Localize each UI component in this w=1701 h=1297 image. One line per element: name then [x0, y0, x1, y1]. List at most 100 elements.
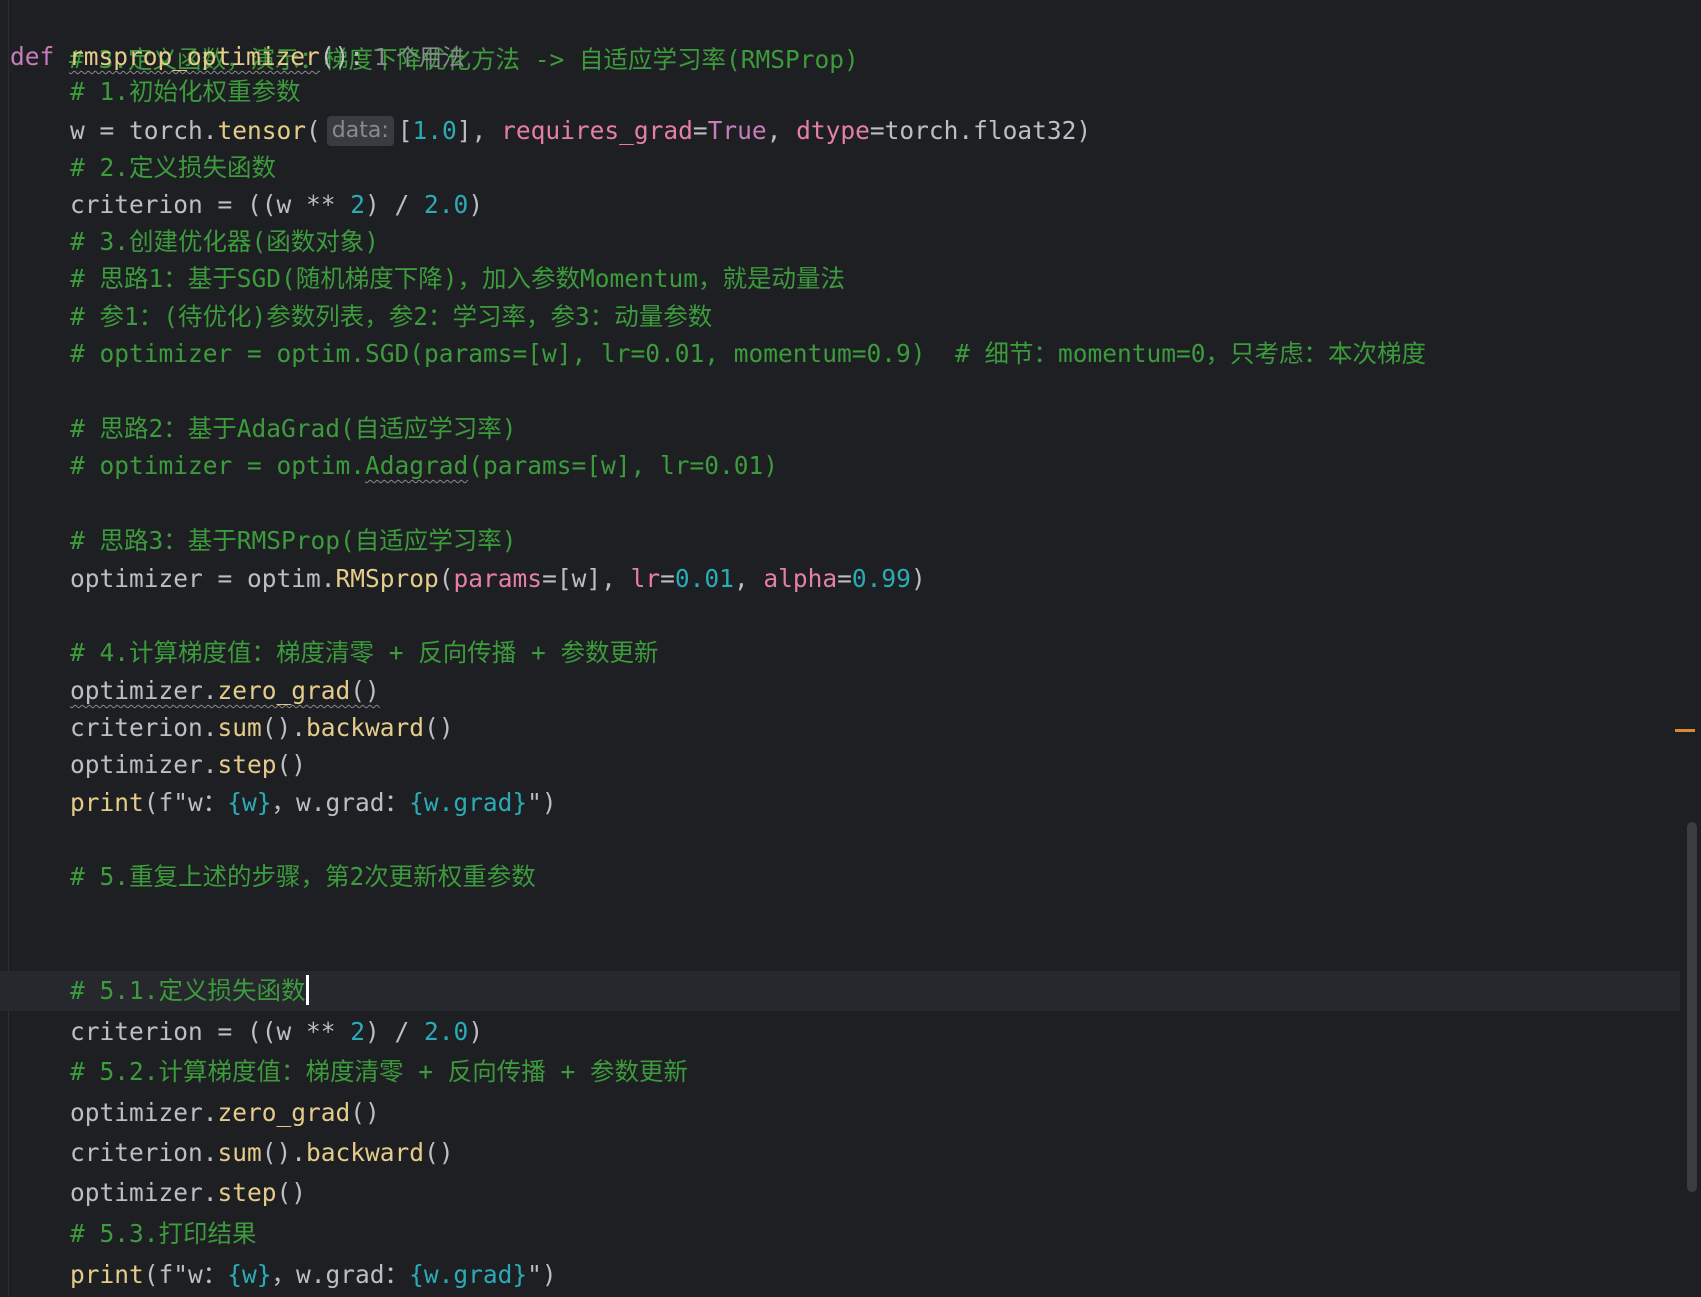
code-line[interactable]: # 5.3.打印结果 — [10, 1214, 1690, 1254]
comment: # 思路2：基于AdaGrad(自适应学习率) — [70, 414, 517, 443]
fstring-expression: {w} — [227, 788, 272, 817]
keyword-argument: params — [453, 564, 543, 593]
function-name[interactable]: rmsprop_optimizer — [69, 42, 320, 71]
method-call: sum — [217, 1138, 262, 1167]
parameter-name-hint: data: — [326, 116, 394, 146]
code-token: [ — [397, 116, 413, 145]
comment: # 5.重复上述的步骤，第2次更新权重参数 — [70, 862, 536, 891]
comment: (params=[w], lr=0.01) — [468, 451, 779, 480]
code-editor[interactable]: # 3.定义函数，演示：梯度下降优化方法 -> 自适应学习率(RMSProp) … — [0, 0, 1701, 1297]
code-token: ) — [468, 190, 484, 219]
code-line-current[interactable]: # 5.1.定义损失函数 — [10, 971, 1690, 1011]
code-token: ，w.grad： — [271, 1260, 410, 1289]
code-token: optimizer = optim. — [70, 564, 336, 593]
code-line[interactable]: # 3.定义函数，演示：梯度下降优化方法 -> 自适应学习率(RMSProp) — [10, 0, 1690, 74]
code-line[interactable]: criterion.sum().backward() — [10, 1133, 1690, 1173]
keyword-argument: alpha — [763, 564, 838, 593]
code-token: =[w], — [542, 564, 631, 593]
number-literal: 2.0 — [424, 1017, 469, 1046]
code-token: ( — [306, 116, 321, 145]
code-line[interactable]: # 5.2.计算梯度值：梯度清零 + 反向传播 + 参数更新 — [10, 1052, 1690, 1092]
code-token: optimizer. — [70, 750, 218, 779]
code-line[interactable]: # optimizer = optim.SGD(params=[w], lr=0… — [10, 334, 1690, 374]
code-line[interactable]: optimizer.step() — [10, 1173, 1690, 1213]
vertical-scrollbar[interactable] — [1683, 0, 1701, 1297]
code-line[interactable]: optimizer.zero_grad() — [10, 671, 1690, 711]
comment: # 4.计算梯度值：梯度清零 + 反向传播 + 参数更新 — [70, 638, 659, 667]
warning-expression[interactable]: optimizer.zero_grad() — [70, 676, 380, 705]
code-line[interactable]: # 思路3：基于RMSProp(自适应学习率) — [10, 521, 1690, 561]
usage-count-hint[interactable]: 1 个用法 — [374, 45, 465, 71]
code-line[interactable]: w = torch.tensor(data: [1.0], requires_gr… — [10, 111, 1690, 151]
fstring-expression: {w.grad} — [409, 788, 528, 817]
keyword-argument: lr — [630, 564, 661, 593]
code-token: = — [660, 564, 675, 593]
code-token: = — [692, 116, 708, 145]
code-line[interactable]: optimizer.step() — [10, 745, 1690, 785]
warning-marker[interactable] — [1675, 729, 1695, 732]
comment: # 5.1.定义损失函数 — [70, 976, 306, 1005]
number-literal: 0.01 — [674, 564, 734, 593]
code-token: criterion. — [70, 1138, 218, 1167]
keyword-argument: requires_grad — [501, 116, 693, 145]
keyword-true: True — [707, 116, 767, 145]
code-token: ) / — [365, 190, 425, 219]
function-call: RMSprop — [335, 564, 439, 593]
code-token: () — [276, 750, 307, 779]
method-call: zero_grad — [217, 1098, 351, 1127]
code-token: criterion = ((w ** — [70, 1017, 351, 1046]
code-token: criterion = ((w ** — [70, 190, 351, 219]
code-line[interactable]: # 1.初始化权重参数 — [10, 72, 1690, 112]
code-token: () — [424, 1138, 454, 1167]
method-call: backward — [306, 1138, 425, 1167]
code-line[interactable]: # 3.创建优化器(函数对象) — [10, 222, 1690, 262]
gutter-divider — [8, 0, 9, 1297]
code-token: (f"w： — [143, 788, 228, 817]
comment: # 2.定义损失函数 — [70, 153, 277, 182]
code-token: ") — [527, 1260, 557, 1289]
code-token: (). — [261, 713, 307, 742]
code-line[interactable]: # 思路2：基于AdaGrad(自适应学习率) — [10, 409, 1690, 449]
comment-typo[interactable]: Adagrad — [365, 451, 468, 480]
code-token: () — [350, 676, 380, 705]
code-line[interactable]: # 4.计算梯度值：梯度清零 + 反向传播 + 参数更新 — [10, 633, 1690, 673]
method-call: backward — [306, 713, 425, 742]
code-line[interactable]: criterion = ((w ** 2) / 2.0) — [10, 185, 1690, 225]
code-token: ( — [438, 564, 454, 593]
code-line[interactable]: criterion = ((w ** 2) / 2.0) — [10, 1012, 1690, 1052]
code-line[interactable]: # 2.定义损失函数 — [10, 148, 1690, 188]
code-line[interactable]: def rmsprop_optimizer(): 1 个用法 — [10, 37, 1690, 77]
code-line[interactable]: optimizer = optim.RMSprop(params=[w], lr… — [10, 559, 1690, 599]
fstring-expression: {w.grad} — [409, 1260, 528, 1289]
number-literal: 1.0 — [412, 116, 457, 145]
method-call: step — [217, 1178, 277, 1207]
comment: # 3.创建优化器(函数对象) — [70, 227, 380, 256]
code-line[interactable]: optimizer.zero_grad() — [10, 1093, 1690, 1133]
text-cursor — [305, 975, 309, 1005]
code-line[interactable]: # 思路1：基于SGD(随机梯度下降)，加入参数Momentum，就是动量法 — [10, 259, 1690, 299]
code-token: w = torch. — [70, 116, 218, 145]
fstring-expression: {w} — [227, 1260, 272, 1289]
code-token: ], — [456, 116, 502, 145]
code-line[interactable]: print(f"w：{w}，w.grad：{w.grad}") — [10, 1255, 1690, 1295]
builtin-print: print — [70, 788, 144, 817]
code-line[interactable]: # optimizer = optim.Adagrad(params=[w], … — [10, 446, 1690, 486]
method-call: zero_grad — [217, 676, 351, 705]
code-token: , — [733, 564, 764, 593]
code-token: optimizer. — [70, 1098, 218, 1127]
code-token: (). — [261, 1138, 307, 1167]
code-line[interactable]: # 5.重复上述的步骤，第2次更新权重参数 — [10, 857, 1690, 897]
comment: # 5.3.打印结果 — [70, 1219, 257, 1248]
code-token: , — [766, 116, 797, 145]
scrollbar-thumb[interactable] — [1687, 822, 1697, 1192]
code-token: ) — [468, 1017, 484, 1046]
keyword-def: def — [10, 42, 55, 71]
code-line[interactable]: print(f"w：{w}，w.grad：{w.grad}") — [10, 783, 1690, 823]
number-literal: 0.99 — [851, 564, 911, 593]
method-call: step — [217, 750, 277, 779]
code-line[interactable]: # 参1：(待优化)参数列表，参2：学习率，参3：动量参数 — [10, 297, 1690, 337]
code-line[interactable]: criterion.sum().backward() — [10, 708, 1690, 748]
comment: # 5.2.计算梯度值：梯度清零 + 反向传播 + 参数更新 — [70, 1057, 689, 1086]
number-literal: 2 — [350, 1017, 366, 1046]
code-token: () — [276, 1178, 307, 1207]
